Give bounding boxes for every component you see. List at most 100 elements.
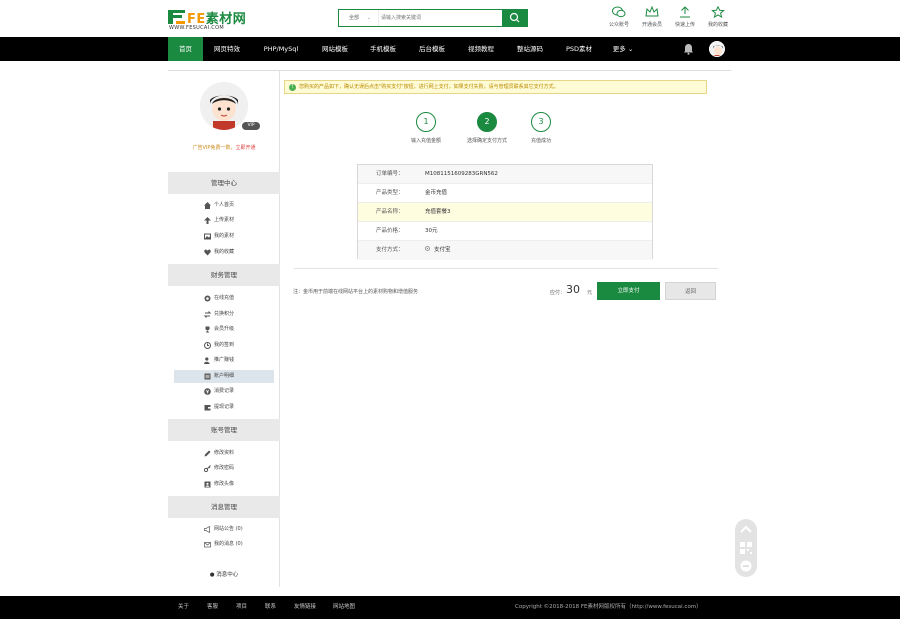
order-table: 订单编号： M1081151609283GRN562 产品类型： 金币充值 产品…	[357, 164, 653, 260]
star-icon	[711, 6, 725, 18]
nav-item-more[interactable]: 更多 ⌄	[606, 37, 640, 61]
order-row-type: 产品类型： 金币充值	[358, 184, 652, 203]
step-1: 1 输入充值金额	[396, 112, 456, 144]
megaphone-icon	[204, 526, 210, 533]
footer-link-about[interactable]: 关于	[178, 596, 189, 619]
nav-item-admin-templates[interactable]: 后台模板	[410, 37, 454, 61]
footer-link-service[interactable]: 客服	[207, 596, 218, 619]
sidebar-item-home[interactable]: 个人首页	[174, 199, 274, 212]
step-2: 2 选择确定支付方式	[457, 112, 517, 144]
footer: 关于 客服 项目 联系 友情链接 网站地图 Copyright ©2018-20…	[0, 596, 900, 619]
key-icon	[204, 465, 211, 472]
order-key: 产品类型：	[376, 190, 404, 196]
sidebar-item-label: 会员升级	[214, 326, 235, 332]
payment-option-alipay[interactable]: 支付宝	[425, 241, 451, 260]
copyright: Copyright ©2018-2018 FE素材网版权所有（http://ww…	[515, 604, 702, 610]
user-card-icon	[204, 481, 211, 488]
sidebar-item-signin[interactable]: 我的签到	[174, 339, 274, 352]
sidebar-item-label: 我的素材	[214, 233, 235, 239]
quick-link-favorites[interactable]: 我的收藏	[703, 6, 733, 34]
sidebar-item-consumption[interactable]: 消费记录	[174, 385, 274, 398]
coin-icon	[204, 295, 211, 302]
bell-icon[interactable]	[683, 43, 694, 55]
sidebar-item-favorites[interactable]: 我的收藏	[174, 246, 274, 259]
info-icon: !	[289, 84, 296, 91]
footer-link-friends[interactable]: 友情链接	[294, 596, 316, 619]
radio-button[interactable]	[425, 246, 430, 251]
sidebar-item-label: 个人首页	[214, 202, 235, 208]
sidebar-item-withdraw[interactable]: 提现记录	[174, 401, 274, 414]
pay-now-button[interactable]: 立即支付	[597, 282, 660, 300]
list-icon	[204, 373, 211, 380]
avatar[interactable]	[200, 82, 248, 130]
sidebar-item-my-materials[interactable]: 我的素材	[174, 230, 274, 243]
nav-item-php[interactable]: PHP/MySql	[254, 37, 308, 61]
vip-note: 广告VIP免费一数，立即开通	[168, 144, 280, 151]
quick-link-vip[interactable]: 开通会员	[637, 6, 667, 34]
sidebar-item-change-avatar[interactable]: 修改头像	[174, 478, 274, 491]
sidebar-item-upload[interactable]: 上传素材	[174, 214, 274, 227]
back-button[interactable]: 返回	[665, 282, 716, 300]
sidebar-item-recharge[interactable]: 在线充值	[174, 292, 274, 305]
exchange-icon	[204, 311, 211, 318]
search-button[interactable]	[502, 9, 528, 27]
search-scope-select[interactable]: 全部 ⌄	[339, 10, 379, 26]
message-center-label: 消息中心	[216, 572, 239, 578]
sidebar-item-label: 推广赚钱	[214, 357, 235, 363]
nav-item-home[interactable]: 首页	[168, 37, 203, 61]
search-input[interactable]	[381, 10, 501, 26]
sidebar-item-exchange[interactable]: 兑换积分	[174, 308, 274, 321]
nav-item-mobile-templates[interactable]: 手机模板	[361, 37, 405, 61]
sidebar-item-promote[interactable]: 推广赚钱	[174, 354, 274, 367]
back-to-top-icon[interactable]	[738, 522, 754, 538]
feedback-icon[interactable]	[738, 558, 754, 574]
avatar-face-icon	[200, 82, 248, 130]
nav-item-effects[interactable]: 网页特效	[205, 37, 249, 61]
nav-item-video[interactable]: 视频教程	[459, 37, 503, 61]
sidebar-item-label: 修改资料	[214, 450, 235, 456]
sidebar-item-announcements[interactable]: 网站公告 (0)	[174, 523, 274, 536]
sidebar-item-label: 网站公告 (0)	[214, 526, 243, 532]
order-value: 金币充值	[425, 190, 448, 196]
sidebar-item-my-messages[interactable]: 我的消息 (0)	[174, 538, 274, 551]
clock-icon	[204, 342, 211, 349]
envelope-icon	[204, 542, 211, 548]
sidebar-item-edit-profile[interactable]: 修改资料	[174, 447, 274, 460]
order-value: M1081151609283GRN562	[425, 171, 498, 177]
footer-link-contact[interactable]: 联系	[265, 596, 276, 619]
pay-unit: 元	[587, 290, 593, 296]
quick-link-wechat[interactable]: 公众账号	[604, 6, 634, 34]
chevron-down-icon: ⌄	[627, 45, 634, 53]
sidebar-item-label: 上传素材	[214, 217, 235, 223]
sidebar-item-label: 我的消息 (0)	[214, 541, 243, 547]
search-scope-label: 全部	[349, 15, 360, 21]
upload-icon	[680, 6, 690, 18]
heart-icon	[204, 249, 211, 256]
footer-link-projects[interactable]: 项目	[236, 596, 247, 619]
sidebar-item-change-password[interactable]: 修改密码	[174, 462, 274, 475]
order-key: 产品价格：	[376, 228, 404, 234]
user-plus-icon	[204, 357, 210, 364]
sidebar-item-upgrade[interactable]: 会员升级	[174, 323, 274, 336]
message-center[interactable]: ● 消息中心	[168, 570, 280, 578]
quick-link-upload[interactable]: 快速上传	[670, 6, 700, 34]
user-avatar[interactable]	[709, 41, 725, 57]
step-3: 3 充值成功	[511, 112, 571, 144]
order-row-name: 产品名称： 充值套餐3	[358, 203, 652, 222]
qr-code-icon[interactable]	[738, 540, 754, 556]
logo-url: WWW.FESUCAI.COM	[169, 25, 224, 31]
notice-banner: ! 您购买的产品如下，确认无误后点击"购买支付"按钮，进行网上支付，如果支付失败…	[284, 80, 707, 94]
footer-link-sitemap[interactable]: 网站地图	[333, 596, 355, 619]
site-logo[interactable]: FE素材网 WWW.FESUCAI.COM	[168, 9, 264, 31]
nav-item-web-templates[interactable]: 网站模板	[313, 37, 357, 61]
order-row-price: 产品价格： 30元	[358, 222, 652, 241]
wechat-icon	[612, 6, 626, 18]
avatar-face-icon	[710, 42, 724, 56]
sidebar-item-account-detail[interactable]: 账户明细	[174, 370, 274, 383]
sidebar-item-label: 我的收藏	[214, 249, 235, 255]
nav-item-psd[interactable]: PSD素材	[557, 37, 601, 61]
sidebar-item-label: 修改密码	[214, 465, 235, 471]
nav-item-source[interactable]: 整站源码	[508, 37, 552, 61]
search-icon	[509, 12, 520, 23]
vip-open-link[interactable]: 立即开通	[235, 145, 255, 151]
